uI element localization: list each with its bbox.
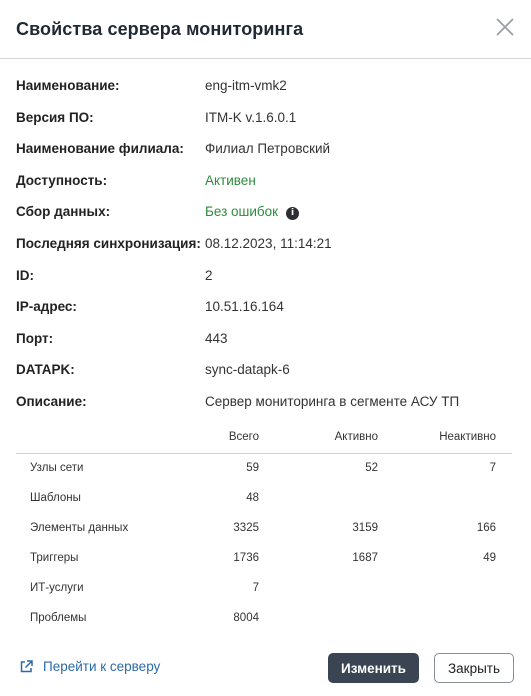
prop-value: ITM-K v.1.6.0.1 [205,109,297,125]
column-header-total: Всего [228,431,259,443]
cell-inactive: 7 [489,462,496,474]
table-row: ИТ-услуги 7 [16,574,512,604]
cell-total: 48 [246,492,259,504]
row-label: Проблемы [30,612,87,624]
prop-row-data-collection: Сбор данных: Без ошибок i [16,201,516,233]
prop-label: Последняя синхронизация: [16,235,201,251]
cell-total: 7 [252,582,259,594]
cell-active: 1687 [352,552,378,564]
prop-label: ID: [16,267,34,283]
info-icon[interactable]: i [286,207,300,221]
close-icon[interactable] [495,17,515,37]
stats-table-header: Всего Активно Неактивно [16,427,512,454]
cell-total: 1736 [233,552,259,564]
prop-row-port: Порт: 443 [16,328,516,360]
row-label: Триггеры [30,552,79,564]
prop-label: DATAPK: [16,362,75,378]
dialog-header: Свойства сервера мониторинга [0,0,531,59]
prop-label: Наименование филиала: [16,141,184,157]
prop-row-branch: Наименование филиала: Филиал Петровский [16,138,516,170]
dialog-title: Свойства сервера мониторинга [16,19,304,39]
prop-label: Версия ПО: [16,109,94,125]
prop-label: Доступность: [16,172,108,188]
cell-total: 59 [246,462,259,474]
prop-row-ip: IP-адрес: 10.51.16.164 [16,296,516,328]
edit-button[interactable]: Изменить [328,653,419,683]
properties-list: Наименование: eng-itm-vmk2 Версия ПО: IT… [16,75,516,423]
cell-total: 3325 [233,522,259,534]
cell-inactive: 166 [476,522,496,534]
close-button[interactable]: Закрыть [434,653,514,683]
stats-table: Всего Активно Неактивно Узлы сети 59 52 … [16,427,512,634]
cell-inactive: 49 [483,552,496,564]
prop-value: 443 [205,330,228,346]
go-to-server-link[interactable]: Перейти к серверу [20,659,160,674]
row-label: Узлы сети [30,462,84,474]
prop-value: 08.12.2023, 11:14:21 [205,235,332,251]
table-row: Элементы данных 3325 3159 166 [16,514,512,544]
prop-row-availability: Доступность: Активен [16,170,516,202]
prop-value: eng-itm-vmk2 [205,78,287,93]
cell-total: 8004 [233,612,259,624]
row-label: Элементы данных [30,522,129,534]
data-collection-status: Без ошибок [205,204,279,220]
prop-row-id: ID: 2 [16,265,516,297]
data-collection-value: Без ошибок i [205,204,300,221]
availability-status: Активен [205,172,256,188]
prop-row-description: Описание: Сервер мониторинга в сегменте … [16,391,516,423]
external-link-icon [20,660,33,673]
row-label: Шаблоны [30,492,81,504]
prop-row-version: Версия ПО: ITM-K v.1.6.0.1 [16,107,516,139]
prop-value: 10.51.16.164 [205,299,284,315]
cell-active: 3159 [352,522,378,534]
table-row: Шаблоны 48 [16,484,512,514]
prop-value: 2 [205,267,213,283]
server-properties-dialog: Свойства сервера мониторинга Наименовани… [0,0,531,696]
prop-value: Филиал Петровский [205,141,331,157]
cell-active: 52 [365,462,378,474]
prop-label: IP-адрес: [16,299,77,315]
prop-value: sync-datapk-6 [205,362,290,378]
prop-value: Сервер мониторинга в сегменте АСУ ТП [205,393,460,409]
prop-row-datapk: DATAPK: sync-datapk-6 [16,359,516,391]
column-header-inactive: Неактивно [439,431,496,443]
table-row: Триггеры 1736 1687 49 [16,544,512,574]
prop-row-last-sync: Последняя синхронизация: 08.12.2023, 11:… [16,233,516,265]
prop-label: Порт: [16,330,54,346]
go-to-server-label: Перейти к серверу [43,659,161,674]
prop-row-name: Наименование: eng-itm-vmk2 [16,75,516,107]
column-header-active: Активно [334,431,378,443]
table-row: Проблемы 8004 [16,604,512,634]
prop-label: Наименование: [16,78,120,93]
row-label: ИТ-услуги [30,582,84,594]
table-row: Узлы сети 59 52 7 [16,454,512,484]
prop-label: Сбор данных: [16,204,111,220]
prop-label: Описание: [16,393,87,409]
